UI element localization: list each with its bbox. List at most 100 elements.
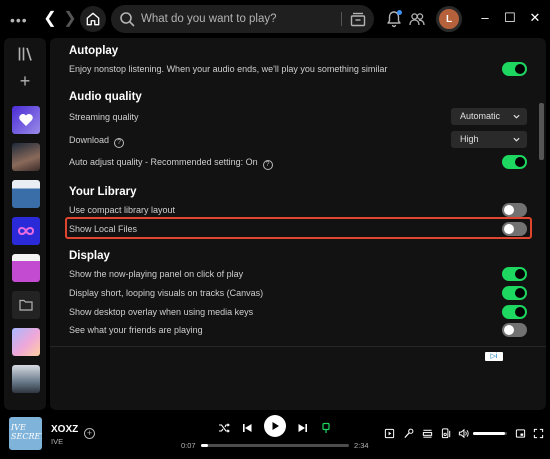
library-icon[interactable] <box>17 46 33 62</box>
setting-label: Show desktop overlay when using media ke… <box>69 307 254 317</box>
toggle-knob <box>515 157 525 167</box>
playlist-thumb[interactable] <box>12 328 40 356</box>
notification-dot <box>397 10 402 15</box>
player-bar: IVE SECRET XOXZ IVE + 0:07 2:34 <box>0 410 550 459</box>
friends-activity-icon[interactable] <box>409 11 425 27</box>
divider <box>50 346 546 347</box>
section-title-display: Display <box>69 250 110 262</box>
progress-bar[interactable] <box>201 444 349 447</box>
fullscreen-icon[interactable] <box>533 428 544 439</box>
now-playing-panel-toggle[interactable] <box>502 267 527 281</box>
create-playlist-icon[interactable]: + <box>15 72 35 92</box>
top-bar: ••• ❮ ❯ What do you want to play? L – ☐ … <box>0 0 550 38</box>
auto-adjust-quality-toggle[interactable] <box>502 155 527 169</box>
home-icon <box>86 12 100 26</box>
setting-label: Enjoy nonstop listening. When your audio… <box>69 64 388 74</box>
info-icon[interactable]: ? <box>114 138 125 148</box>
friends-playing-toggle[interactable] <box>502 323 527 337</box>
canvas-toggle[interactable] <box>502 286 527 300</box>
setting-label: Auto adjust quality - Recommended settin… <box>69 157 258 167</box>
desktop-overlay-toggle[interactable] <box>502 305 527 319</box>
toggle-knob <box>504 224 514 234</box>
playlist-thumb[interactable] <box>12 217 40 245</box>
forward-arrow-icon[interactable]: ❯ <box>62 10 78 28</box>
heart-icon <box>19 114 33 126</box>
settings-list: Autoplay Enjoy nonstop listening. When y… <box>50 38 540 346</box>
avatar-initial: L <box>445 13 453 25</box>
playlist-thumb[interactable] <box>12 180 40 208</box>
section-title-your-library: Your Library <box>69 186 137 198</box>
search-icon <box>120 12 135 27</box>
search-bar[interactable]: What do you want to play? <box>111 5 374 33</box>
browse-icon[interactable] <box>350 11 366 27</box>
cover-text: IVE SECRET <box>11 423 42 441</box>
track-artist[interactable]: IVE <box>51 437 63 446</box>
search-divider <box>341 12 342 26</box>
toggle-knob <box>504 205 514 215</box>
setting-label: Streaming quality <box>69 112 139 122</box>
avatar[interactable]: L <box>436 6 462 32</box>
shuffle-icon[interactable] <box>218 422 230 434</box>
close-icon[interactable]: ✕ <box>527 10 543 26</box>
elapsed-time: 0:07 <box>181 441 196 450</box>
chevron-down-icon <box>513 114 520 119</box>
scrollbar[interactable] <box>539 103 544 160</box>
volume-icon[interactable] <box>458 428 469 439</box>
local-files-thumb[interactable] <box>12 291 40 319</box>
lyrics-icon[interactable] <box>403 428 414 439</box>
setting-label: Download <box>69 135 110 145</box>
home-button[interactable] <box>80 6 106 32</box>
folder-icon <box>19 299 33 311</box>
progress-fill <box>201 444 208 447</box>
compact-library-toggle[interactable] <box>502 203 527 217</box>
playlist-thumb[interactable] <box>12 143 40 171</box>
show-local-files-toggle[interactable] <box>502 222 527 236</box>
play-icon <box>272 422 279 430</box>
previous-icon[interactable] <box>241 422 253 434</box>
now-playing-view-icon[interactable] <box>384 428 395 439</box>
section-title-audio-quality: Audio quality <box>69 91 142 103</box>
maximize-icon[interactable]: ☐ <box>502 10 518 26</box>
next-icon[interactable] <box>297 422 309 434</box>
ad-choices-icon[interactable]: ▷i <box>485 352 503 361</box>
streaming-quality-value: Automatic <box>460 111 501 121</box>
toggle-knob <box>515 64 525 74</box>
queue-icon[interactable] <box>422 428 433 439</box>
info-icon[interactable]: ? <box>262 160 273 170</box>
chevron-down-icon <box>513 137 520 142</box>
streaming-quality-select[interactable]: Automatic <box>451 108 527 125</box>
toggle-knob <box>504 325 514 335</box>
track-title[interactable]: XOXZ <box>51 424 78 435</box>
download-quality-select[interactable]: High <box>451 131 527 148</box>
connect-device-icon[interactable] <box>441 428 452 439</box>
add-to-library-button[interactable]: + <box>84 428 95 439</box>
repeat-icon[interactable] <box>320 422 332 434</box>
playlist-thumb[interactable] <box>12 254 40 282</box>
setting-label: Show the now-playing panel on click of p… <box>69 269 244 279</box>
volume-slider[interactable] <box>473 432 507 435</box>
duration-time: 2:34 <box>354 441 369 450</box>
liked-songs-thumb[interactable] <box>12 106 40 134</box>
setting-label: Show Local Files <box>69 224 138 234</box>
toggle-knob <box>515 288 525 298</box>
autoplay-toggle[interactable] <box>502 62 527 76</box>
album-cover[interactable]: IVE SECRET <box>9 417 42 450</box>
section-title-autoplay: Autoplay <box>69 45 119 57</box>
play-button[interactable] <box>264 415 286 437</box>
mini-player-icon[interactable] <box>515 428 526 439</box>
library-sidebar: + <box>4 38 46 410</box>
download-label-row: Download? <box>69 135 125 148</box>
settings-panel: Autoplay Enjoy nonstop listening. When y… <box>50 38 546 410</box>
minimize-icon[interactable]: – <box>477 10 493 26</box>
setting-label: Use compact library layout <box>69 205 176 215</box>
toggle-knob <box>515 307 525 317</box>
back-arrow-icon[interactable]: ❮ <box>42 10 58 28</box>
volume-fill <box>473 432 506 435</box>
setting-label: See what your friends are playing <box>69 325 203 335</box>
playlist-thumb[interactable] <box>12 365 40 393</box>
download-quality-value: High <box>460 134 479 144</box>
infinity-icon <box>17 227 35 235</box>
search-input[interactable]: What do you want to play? <box>141 13 277 25</box>
menu-dots-icon[interactable]: ••• <box>10 12 28 28</box>
auto-adjust-label-row: Auto adjust quality - Recommended settin… <box>69 157 273 170</box>
